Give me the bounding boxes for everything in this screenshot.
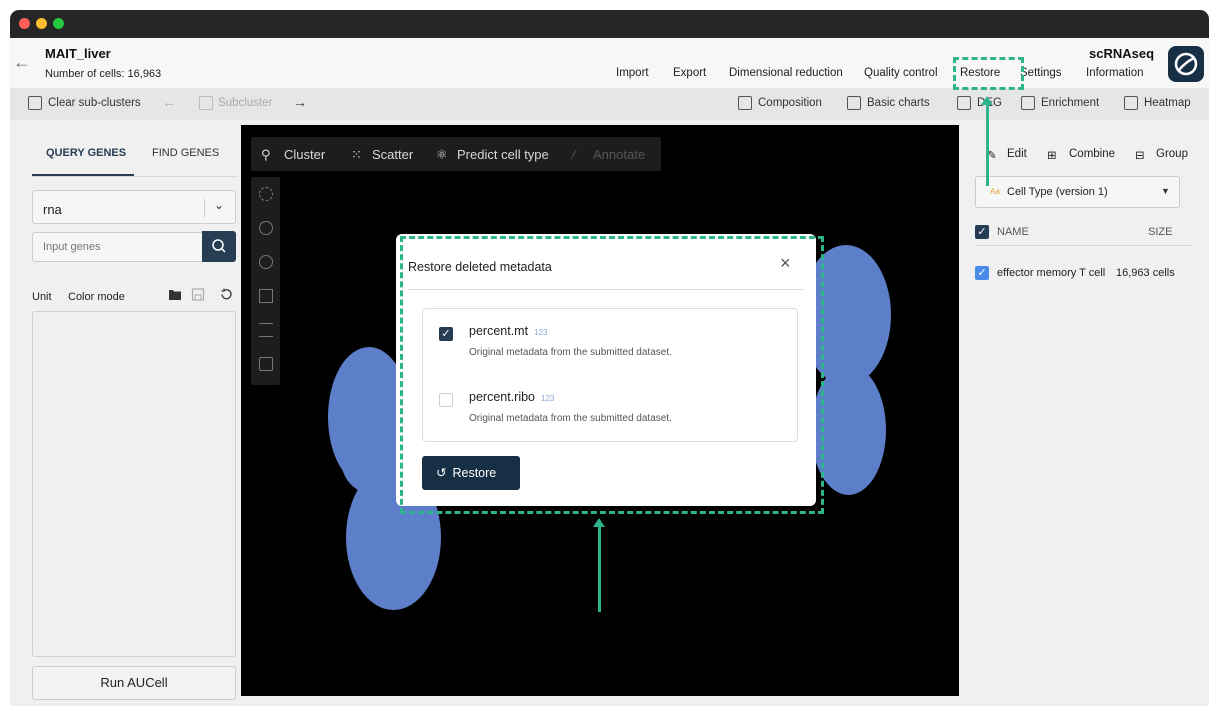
group-button[interactable]: Group [1156,148,1188,160]
reset-icon[interactable] [219,288,233,301]
nav-dimensional-reduction[interactable]: Dimensional reduction [729,67,843,79]
canvas-toolbar: ⚲ Cluster ⁙ Scatter ⚛ Predict cell type … [251,137,661,171]
highlight-arrow-head [981,96,993,105]
nav-settings[interactable]: Settings [1020,67,1062,79]
subcluster-icon [199,96,213,110]
highlight-restore-nav [953,57,1024,90]
header-divider [975,245,1193,246]
maximize-window-button[interactable] [53,18,64,29]
annotation-select-value: Cell Type (version 1) [1007,186,1108,198]
column-size-header: SIZE [1148,226,1173,238]
heatmap-icon [1124,96,1138,110]
basic-charts-button[interactable]: Basic charts [867,97,930,109]
cell-count: Number of cells: 16,963 [45,68,162,80]
tab-divider [32,176,238,177]
combine-icon: ⊞ [1047,150,1057,162]
highlight-dialog [400,236,824,514]
basic-charts-icon [847,96,861,110]
lasso-select-icon[interactable] [259,187,273,201]
app-title: scRNAseq [1089,46,1155,61]
minimize-window-button[interactable] [36,18,47,29]
close-window-button[interactable] [19,18,30,29]
cluster-tool[interactable]: Cluster [284,147,325,162]
annotate-icon: ⁄ [573,147,576,162]
cluster-row-checkbox[interactable]: ✓ [975,266,989,280]
chevron-down-icon: ⌄ [214,198,225,212]
tab-query-genes[interactable]: QUERY GENES [46,147,126,159]
canvas-side-tools [251,177,280,385]
nav-import[interactable]: Import [616,67,649,79]
back-arrow-icon[interactable]: ← [13,52,31,73]
pan-icon[interactable] [259,289,273,303]
predict-cell-type-tool[interactable]: Predict cell type [457,147,549,162]
folder-icon[interactable] [168,288,182,301]
heatmap-button[interactable]: Heatmap [1144,97,1191,109]
text-type-icon: Aa [990,187,1000,196]
redo-arrow-icon[interactable]: → [293,94,307,110]
analysis-toolbar: Clear sub-clusters ← Subcluster → Compos… [10,88,1209,120]
scatter-icon: ⁙ [351,147,362,162]
cluster-row-name: effector memory T cell [997,267,1106,279]
adjust-sliders-icon[interactable] [259,323,273,337]
annotation-select[interactable]: Aa Cell Type (version 1) ▼ [975,176,1180,208]
gene-input[interactable] [32,232,204,262]
highlight-arrow-shaft [598,526,601,612]
combine-button[interactable]: Combine [1069,148,1115,160]
cluster-icon: ⚲ [261,147,271,162]
clear-subclusters-icon [28,96,42,110]
group-icon: ⊟ [1135,150,1145,162]
select-all-checkbox[interactable]: ✓ [975,225,989,239]
zoom-out-icon[interactable] [259,255,273,269]
run-aucell-button[interactable]: Run AUCell [32,666,236,700]
save-icon[interactable] [191,288,205,301]
subcluster-button[interactable]: Subcluster [218,97,272,109]
zoom-in-icon[interactable] [259,221,273,235]
highlight-arrow-shaft [986,104,989,186]
window-titlebar [10,10,1209,38]
tab-find-genes[interactable]: FIND GENES [152,147,219,159]
nav-information[interactable]: Information [1086,67,1144,79]
select-separator [204,199,205,217]
cluster-row-size: 16,963 cells [1116,267,1175,279]
left-panel: QUERY GENES FIND GENES rna ⌄ Unit Color … [10,121,242,700]
assay-select[interactable]: rna ⌄ [32,190,236,224]
annotate-tool[interactable]: Annotate [593,147,645,162]
composition-icon [738,96,752,110]
right-panel: ✎ Edit ⊞ Combine ⊟ Group Aa Cell Type (v… [959,121,1199,696]
composition-button[interactable]: Composition [758,97,822,109]
clear-subclusters-button[interactable]: Clear sub-clusters [48,97,141,109]
enrichment-icon [1021,96,1035,110]
highlight-arrow-head [593,518,605,527]
caret-down-icon: ▼ [1161,186,1170,196]
assay-select-value: rna [43,202,62,217]
color-mode-label: Color mode [68,291,125,303]
deg-icon [957,96,971,110]
logo-icon [1174,52,1198,76]
active-tab-indicator [32,174,134,176]
unit-label: Unit [32,291,52,303]
scatter-tool[interactable]: Scatter [372,147,413,162]
predict-icon: ⚛ [436,147,448,162]
nav-export[interactable]: Export [673,67,706,79]
enrichment-button[interactable]: Enrichment [1041,97,1099,109]
app-logo [1168,46,1204,82]
gene-list-box[interactable] [32,311,236,657]
gene-search-button[interactable] [202,231,236,262]
project-name: MAIT_liver [45,46,111,61]
app-header: ← MAIT_liver Number of cells: 16,963 Imp… [10,38,1209,88]
export-image-icon[interactable] [259,357,273,371]
nav-quality-control[interactable]: Quality control [864,67,938,79]
edit-button[interactable]: Edit [1007,148,1027,160]
search-icon [212,239,226,253]
undo-arrow-icon[interactable]: ← [162,94,176,110]
column-name-header: NAME [997,226,1029,238]
